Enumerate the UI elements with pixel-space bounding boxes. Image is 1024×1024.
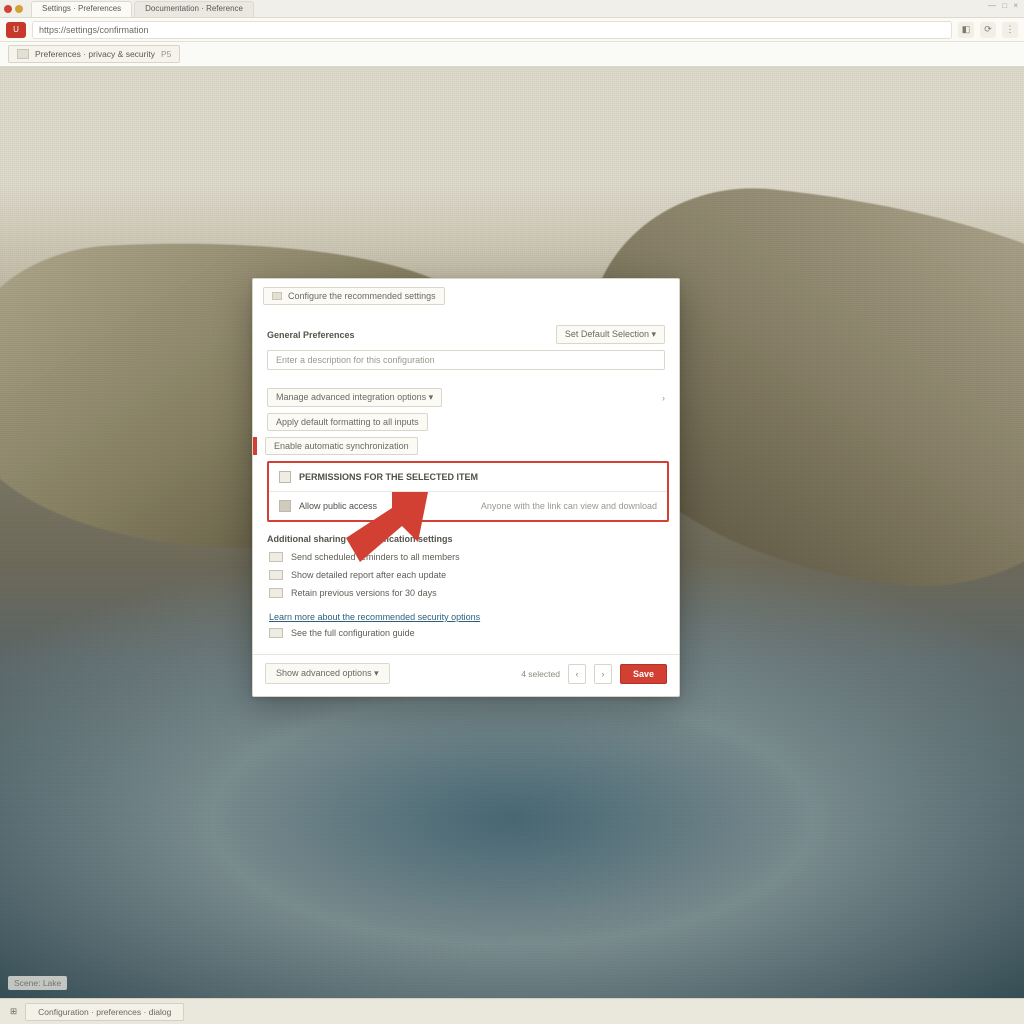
bookmark-chip[interactable]: Preferences · privacy & security P5 xyxy=(8,45,180,63)
option-sync-chip[interactable]: Enable automatic synchronization xyxy=(265,437,418,455)
browser-chrome: Settings · Preferences Documentation · R… xyxy=(0,0,1024,66)
desktop-scene-label: Scene: Lake xyxy=(8,976,67,990)
list-item-icon xyxy=(269,552,283,562)
list-item[interactable]: See the full configuration guide xyxy=(269,624,663,642)
list-item[interactable]: Retain previous versions for 30 days xyxy=(269,584,663,602)
menu-icon[interactable]: ⋮ xyxy=(1002,22,1018,38)
option-advanced-chip[interactable]: Manage advanced integration options ▾ xyxy=(267,388,442,407)
dialog-section-general: General Preferences Set Default Selectio… xyxy=(253,313,679,370)
dialog-topstrip: Configure the recommended settings xyxy=(253,279,679,313)
bookmark-label: Preferences · privacy & security xyxy=(35,49,155,59)
footer-meta: 4 selected xyxy=(521,669,560,679)
bookmark-icon xyxy=(17,49,29,59)
page-prev-button[interactable]: ‹ xyxy=(568,664,586,684)
context-chip-label: Configure the recommended settings xyxy=(288,291,436,301)
browser-tab-1[interactable]: Settings · Preferences xyxy=(31,1,132,17)
dialog-section-options: Manage advanced integration options ▾ › … xyxy=(253,376,679,455)
bookmark-tag: P5 xyxy=(161,49,171,59)
browser-tab-2[interactable]: Documentation · Reference xyxy=(134,1,254,17)
permission-checkbox-2[interactable] xyxy=(279,500,291,512)
window-controls[interactable] xyxy=(4,1,23,17)
description-input[interactable]: Enter a description for this configurati… xyxy=(267,350,665,370)
option-expand-caret[interactable]: › xyxy=(662,393,665,403)
url-bar-row: U https://settings/confirmation ◧ ⟳ ⋮ xyxy=(0,18,1024,42)
shield-icon[interactable]: ◧ xyxy=(958,22,974,38)
minimize-icon[interactable] xyxy=(15,5,23,13)
taskbar: ⊞ Configuration · preferences · dialog xyxy=(0,998,1024,1024)
bookmark-bar: Preferences · privacy & security P5 xyxy=(0,42,1024,66)
below-heading: Additional sharing and notification sett… xyxy=(267,534,453,544)
permission-option-label: Allow public access xyxy=(299,501,377,511)
permission-heading: PERMISSIONS FOR THE SELECTED ITEM xyxy=(299,472,478,482)
highlighted-permission-panel: PERMISSIONS FOR THE SELECTED ITEM Allow … xyxy=(267,461,669,522)
save-button[interactable]: Save xyxy=(620,664,667,684)
list-item-icon xyxy=(269,570,283,580)
list-item-label: See the full configuration guide xyxy=(291,628,415,638)
dialog-section-below: Additional sharing and notification sett… xyxy=(253,528,679,544)
window-sys-buttons[interactable]: — □ × xyxy=(988,1,1020,17)
permission-checkbox-1[interactable] xyxy=(279,471,291,483)
permission-option-desc: Anyone with the link can view and downlo… xyxy=(481,501,657,511)
learn-more-link[interactable]: Learn more about the recommended securit… xyxy=(253,604,679,624)
refresh-icon[interactable]: ⟳ xyxy=(980,22,996,38)
list-item-label: Show detailed report after each update xyxy=(291,570,446,580)
list-item-icon xyxy=(269,628,283,638)
option-formatting-chip[interactable]: Apply default formatting to all inputs xyxy=(267,413,428,431)
settings-dialog: Configure the recommended settings Gener… xyxy=(252,278,680,697)
settings-list: Send scheduled reminders to all members … xyxy=(253,544,679,604)
list-item-label: Send scheduled reminders to all members xyxy=(291,552,460,562)
dialog-context-chip[interactable]: Configure the recommended settings xyxy=(263,287,445,305)
context-chip-icon xyxy=(272,292,282,300)
page-next-button[interactable]: › xyxy=(594,664,612,684)
list-item-icon xyxy=(269,588,283,598)
list-item[interactable]: Send scheduled reminders to all members xyxy=(269,548,663,566)
tab-strip: Settings · Preferences Documentation · R… xyxy=(0,0,1024,18)
url-input[interactable]: https://settings/confirmation xyxy=(32,21,952,39)
site-badge[interactable]: U xyxy=(6,22,26,38)
close-icon[interactable] xyxy=(4,5,12,13)
show-advanced-button[interactable]: Show advanced options ▾ xyxy=(265,663,390,684)
list-item-label: Retain previous versions for 30 days xyxy=(291,588,437,598)
taskbar-app[interactable]: Configuration · preferences · dialog xyxy=(25,1003,184,1021)
general-label: General Preferences xyxy=(267,330,355,340)
list-item[interactable]: Show detailed report after each update xyxy=(269,566,663,584)
set-default-button[interactable]: Set Default Selection ▾ xyxy=(556,325,665,344)
dialog-footer: Show advanced options ▾ 4 selected ‹ › S… xyxy=(253,654,679,696)
start-button[interactable]: ⊞ xyxy=(10,1006,17,1017)
